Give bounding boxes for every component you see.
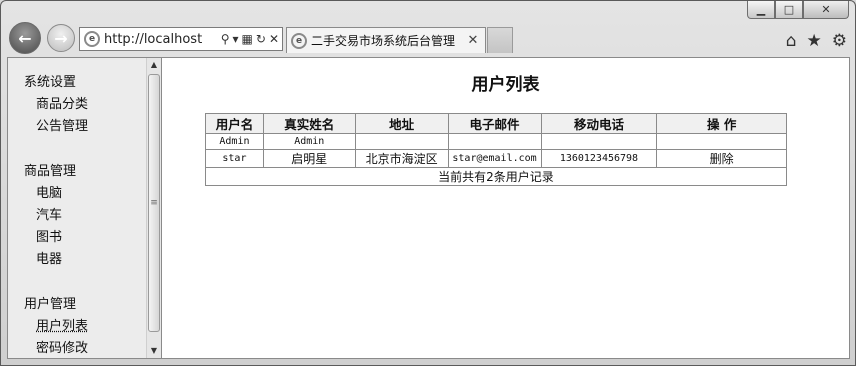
table-header-row: 用户名 真实姓名 地址 电子邮件 移动电话 操 作 <box>205 113 787 134</box>
header-address: 地址 <box>354 113 449 134</box>
scroll-down-arrow-icon[interactable]: ▼ <box>147 344 161 358</box>
sidebar-item-car[interactable]: 汽车 <box>36 205 146 227</box>
favorites-star-icon[interactable]: ★ <box>807 31 822 51</box>
refresh-icon[interactable]: ↻ <box>256 32 266 46</box>
search-icon[interactable]: ⚲ <box>221 32 230 46</box>
sidebar-scrollbar[interactable]: ▲ ≡ ▼ <box>146 58 161 358</box>
table-row: Admin Admin <box>205 133 787 150</box>
page-title: 用户列表 <box>471 75 540 95</box>
delete-link[interactable]: 删除 <box>656 149 787 168</box>
browser-tools: ⌂ ★ ⚙ <box>786 31 847 51</box>
header-email: 电子邮件 <box>447 113 542 134</box>
cell-email <box>447 133 542 150</box>
cell-address <box>354 133 449 150</box>
cell-mobile <box>540 133 658 150</box>
stop-icon[interactable]: ✕ <box>269 32 279 46</box>
maximize-button[interactable]: □ <box>775 1 803 19</box>
sidebar-item-appliance[interactable]: 电器 <box>36 249 146 271</box>
header-realname: 真实姓名 <box>262 113 356 134</box>
sidebar-menu: 系统设置 商品分类 公告管理 商品管理 电脑 汽车 图书 电器 用户管理 用户列… <box>8 58 146 360</box>
table-row: star 启明星 北京市海淀区 star@email.com 136012345… <box>205 149 787 168</box>
gear-icon[interactable]: ⚙ <box>832 31 847 51</box>
new-tab-button[interactable] <box>487 27 513 53</box>
sidebar-item-book[interactable]: 图书 <box>36 227 146 249</box>
ie-logo-icon: e <box>291 32 307 49</box>
header-username: 用户名 <box>205 113 264 134</box>
header-operation: 操 作 <box>656 113 787 134</box>
record-count: 当前共有2条用户记录 <box>205 167 787 186</box>
ie-logo-icon: e <box>84 31 100 47</box>
main-frame: 用户列表 用户名 真实姓名 地址 电子邮件 移动电话 操 作 Admin Adm… <box>162 58 849 358</box>
user-table: 用户名 真实姓名 地址 电子邮件 移动电话 操 作 Admin Admin st <box>205 113 787 186</box>
address-bar[interactable]: e http://localhost ⚲ ▾ ▦ ↻ ✕ <box>79 27 283 51</box>
browser-window: ▁ □ ✕ ← → e http://localhost ⚲ ▾ ▦ ↻ ✕ e… <box>0 0 856 366</box>
cell-realname: Admin <box>262 133 356 150</box>
home-icon[interactable]: ⌂ <box>786 31 797 51</box>
cell-email: star@email.com <box>447 149 542 168</box>
page-viewport: 系统设置 商品分类 公告管理 商品管理 电脑 汽车 图书 电器 用户管理 用户列… <box>7 57 850 359</box>
back-arrow-icon[interactable]: ← <box>9 22 41 54</box>
cell-realname: 启明星 <box>262 149 356 168</box>
scroll-thumb[interactable]: ≡ <box>148 74 160 332</box>
sidebar-item-user-list[interactable]: 用户列表 <box>36 316 146 338</box>
forward-arrow-icon[interactable]: → <box>47 24 75 52</box>
cell-operation <box>656 133 787 150</box>
address-url[interactable]: http://localhost <box>104 32 221 47</box>
sidebar-frame: 系统设置 商品分类 公告管理 商品管理 电脑 汽车 图书 电器 用户管理 用户列… <box>8 58 162 358</box>
window-caption-buttons: ▁ □ ✕ <box>747 1 849 19</box>
sidebar-item-category[interactable]: 商品分类 <box>36 94 146 116</box>
sidebar-group-users: 用户管理 <box>24 296 77 312</box>
table-footer-row: 当前共有2条用户记录 <box>205 167 787 186</box>
close-icon[interactable]: ✕ <box>465 33 481 48</box>
minimize-button[interactable]: ▁ <box>747 1 775 19</box>
tab-active[interactable]: e 二手交易市场系统后台管理 ✕ <box>286 27 486 53</box>
sidebar-group-goods: 商品管理 <box>24 163 77 179</box>
cell-address: 北京市海淀区 <box>354 149 449 168</box>
sidebar-item-notice[interactable]: 公告管理 <box>36 116 146 138</box>
cell-username: star <box>205 149 264 168</box>
sidebar-item-computer[interactable]: 电脑 <box>36 183 146 205</box>
tab-title: 二手交易市场系统后台管理 <box>311 34 456 48</box>
scroll-up-arrow-icon[interactable]: ▲ <box>147 58 161 72</box>
sidebar-group-system: 系统设置 <box>24 75 77 90</box>
address-tools: ⚲ ▾ ▦ ↻ ✕ <box>221 32 282 46</box>
compat-view-icon[interactable]: ▦ <box>242 32 253 46</box>
sidebar-item-password[interactable]: 密码修改 <box>36 338 146 360</box>
close-window-button[interactable]: ✕ <box>803 1 849 19</box>
dropdown-icon[interactable]: ▾ <box>233 32 239 46</box>
cell-mobile: 13601234567​98 <box>540 149 658 168</box>
header-mobile: 移动电话 <box>540 113 658 134</box>
navigation-bar: ← → e http://localhost ⚲ ▾ ▦ ↻ ✕ e 二手交易市… <box>1 21 856 57</box>
cell-username: Admin <box>205 133 264 150</box>
